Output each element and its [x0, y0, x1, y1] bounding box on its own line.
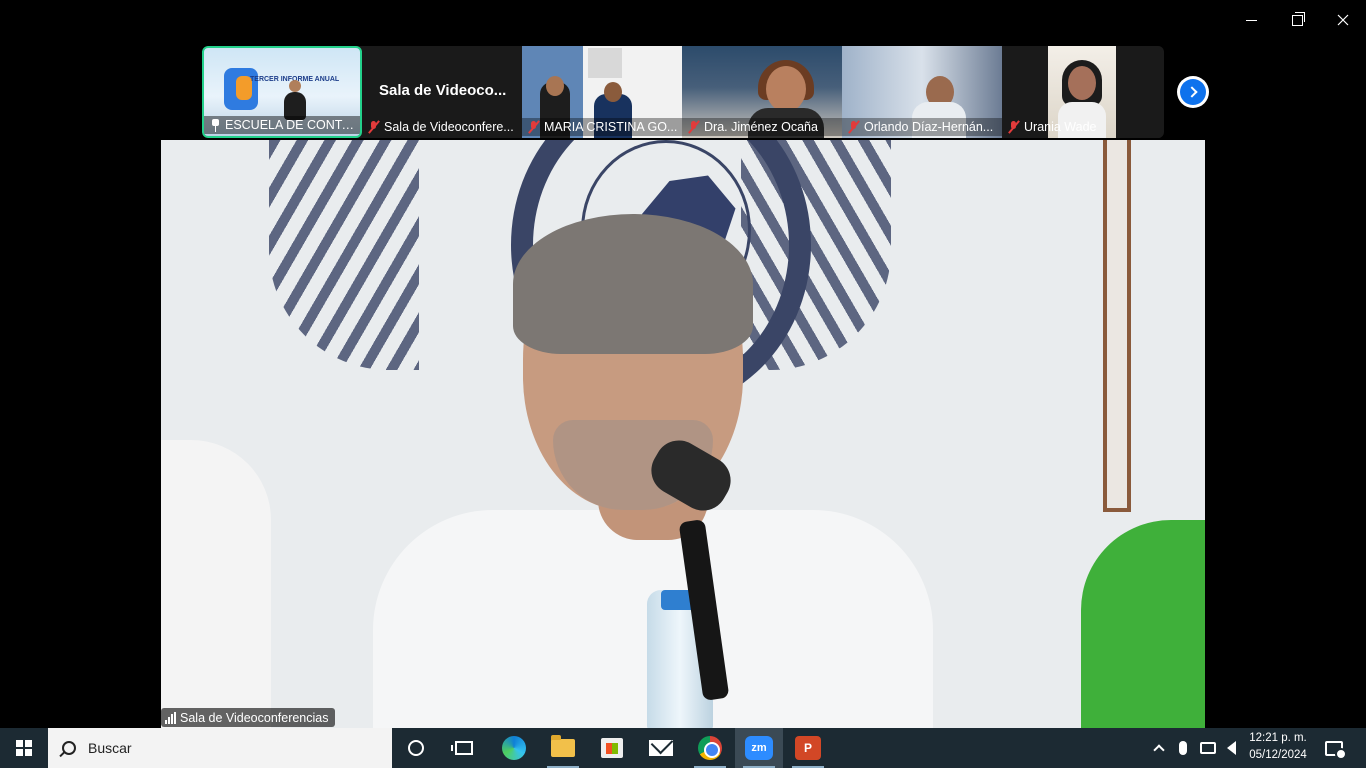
participant-thumbnail[interactable]: Orlando Díaz-Hernán...	[842, 46, 1002, 138]
clock-time: 12:21 p. m.	[1249, 732, 1307, 744]
chevron-up-icon	[1153, 744, 1165, 756]
participant-name: MARIA CRISTINA GO...	[544, 120, 678, 134]
search-placeholder: Buscar	[88, 740, 132, 756]
participant-name: Orlando Díaz-Hernán...	[864, 120, 994, 134]
chrome-button[interactable]	[686, 728, 734, 768]
participant-label: Sala de Videoconfere...	[362, 118, 522, 136]
clock-date: 05/12/2024	[1249, 749, 1307, 761]
chrome-icon	[698, 736, 722, 760]
chevron-right-icon	[1185, 86, 1198, 98]
participant-label: Urania Wade	[1002, 118, 1162, 136]
file-explorer-button[interactable]	[539, 728, 587, 768]
taskbar-clock[interactable]: 12:21 p. m. 05/12/2024	[1242, 730, 1314, 766]
start-button[interactable]	[0, 728, 48, 768]
volume-icon	[1226, 741, 1236, 755]
participant-display-name: Sala de Videoco...	[379, 82, 507, 99]
store-icon	[601, 738, 623, 758]
microphone-icon	[1179, 741, 1187, 755]
minimize-button[interactable]	[1228, 0, 1274, 40]
mic-muted-icon	[848, 120, 860, 134]
participant-label: Orlando Díaz-Hernán...	[842, 118, 1002, 136]
next-page-button[interactable]	[1177, 76, 1209, 108]
cortana-button[interactable]	[392, 728, 440, 768]
speaker-label: Sala de Videoconferencias	[161, 708, 335, 727]
backdrop-frame	[1103, 140, 1131, 512]
windows-taskbar: Buscar zm P 12:21 p. m. 05/12/2024	[0, 728, 1366, 768]
notifications-button[interactable]	[1322, 728, 1347, 768]
minimize-icon	[1245, 19, 1257, 21]
mic-muted-icon	[688, 120, 700, 134]
participant-name: ESCUELA DE CONTA...	[224, 118, 360, 132]
close-icon	[1337, 14, 1349, 26]
microphone-tray[interactable]	[1174, 728, 1192, 768]
side-person-right	[1081, 520, 1205, 728]
task-view-icon	[451, 741, 473, 755]
zoom-button[interactable]: zm	[735, 728, 783, 768]
participant-thumbnail[interactable]: TERCER INFORME ANUAL ESCUELA DE CONTA...	[202, 46, 362, 138]
mic-muted-icon	[368, 120, 380, 134]
powerpoint-icon: P	[795, 736, 821, 760]
folder-icon	[551, 735, 575, 757]
side-person-left	[161, 440, 271, 728]
edge-button[interactable]	[490, 728, 538, 768]
taskbar-search[interactable]: Buscar	[48, 728, 392, 768]
windows-icon	[16, 740, 32, 756]
zoom-window: TERCER INFORME ANUAL ESCUELA DE CONTA...…	[0, 0, 1366, 728]
restore-button[interactable]	[1274, 0, 1320, 40]
participant-thumbnail[interactable]: Urania Wade	[1002, 46, 1162, 138]
participant-thumbnail[interactable]: Dra. Jiménez Ocaña	[682, 46, 842, 138]
powerpoint-button[interactable]: P	[784, 728, 832, 768]
participant-strip: TERCER INFORME ANUAL ESCUELA DE CONTA...…	[202, 46, 1164, 138]
participant-name: Sala de Videoconfere...	[384, 120, 514, 134]
cortana-icon	[408, 740, 424, 756]
volume-tray[interactable]	[1222, 728, 1240, 768]
search-icon	[62, 741, 76, 755]
restore-icon	[1291, 11, 1305, 26]
edge-icon	[502, 736, 526, 760]
pin-icon	[210, 118, 220, 132]
signal-icon	[165, 711, 176, 724]
participant-name: Urania Wade	[1024, 120, 1097, 134]
mail-icon	[649, 740, 673, 756]
participant-face	[1068, 66, 1096, 100]
notification-icon	[1325, 740, 1347, 760]
active-speaker-video[interactable]	[161, 140, 1205, 728]
wall-sign	[588, 48, 622, 78]
participant-thumbnail[interactable]: Sala de Videoco... Sala de Videoconfere.…	[362, 46, 522, 138]
participant-label: MARIA CRISTINA GO...	[522, 118, 682, 136]
network-tray[interactable]	[1198, 728, 1218, 768]
task-view-button[interactable]	[440, 728, 488, 768]
participant-label: Dra. Jiménez Ocaña	[682, 118, 842, 136]
show-hidden-icons-button[interactable]	[1150, 728, 1168, 768]
participant-face	[766, 66, 806, 112]
school-logo	[224, 68, 258, 110]
speaker-name: Sala de Videoconferencias	[180, 710, 329, 725]
participant-name: Dra. Jiménez Ocaña	[704, 120, 818, 134]
mail-button[interactable]	[637, 728, 685, 768]
mic-muted-icon	[528, 120, 540, 134]
store-button[interactable]	[588, 728, 636, 768]
participant-label: ESCUELA DE CONTA...	[204, 116, 360, 134]
zoom-icon: zm	[745, 736, 773, 760]
mic-muted-icon	[1008, 120, 1020, 134]
participant-thumbnail[interactable]: MARIA CRISTINA GO...	[522, 46, 682, 138]
network-icon	[1200, 742, 1216, 754]
close-button[interactable]	[1320, 0, 1366, 40]
